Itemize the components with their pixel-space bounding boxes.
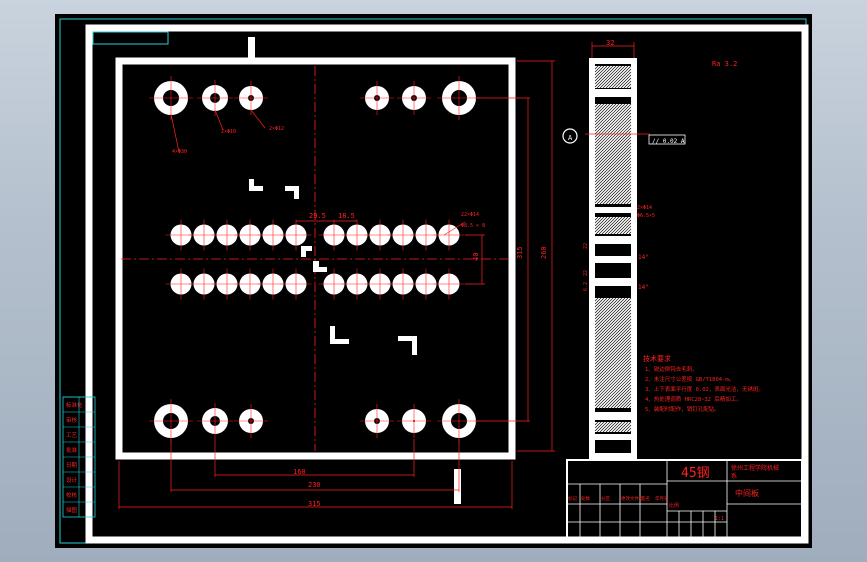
l-mark-1 bbox=[249, 179, 263, 191]
dim-vertical: 260 bbox=[540, 246, 548, 259]
note-line: 4、热处理调质 HRC28~32 后精加工。 bbox=[645, 395, 742, 403]
corner-hole-tr bbox=[437, 76, 481, 120]
l-mark-3 bbox=[330, 326, 349, 344]
guide-hole-2 bbox=[197, 403, 233, 439]
note-line: 3、上下表面平行度 0.02，表面光洁，无锈斑。 bbox=[645, 385, 764, 393]
corner-hole-br bbox=[437, 399, 481, 443]
dim-29-5: 29.5 bbox=[309, 212, 326, 220]
dim-18-5: 18.5 bbox=[338, 212, 355, 220]
title-cell-label: 年月日 bbox=[655, 495, 669, 502]
notes-title: 技术要求 bbox=[643, 354, 671, 363]
roughness-symbol: Ra 3.2 bbox=[712, 60, 737, 68]
side-angle-2: 14° bbox=[638, 284, 649, 291]
cad-drawing-sheet: 260 315 40 22 22 6.2 标准化审核工艺批准日期设计校核描图 29.5 1… bbox=[59, 18, 809, 544]
callout-hole-big: 4×Φ30 bbox=[172, 149, 187, 155]
top-tab bbox=[248, 37, 255, 59]
title-cell-label: 标记 bbox=[568, 495, 577, 502]
hatch-band bbox=[594, 216, 632, 235]
left-block-row: 批准 bbox=[66, 446, 78, 454]
z-mark-2 bbox=[313, 261, 327, 272]
left-block-row: 设计 bbox=[66, 476, 78, 484]
side-callout-a: 2×Φ14 bbox=[637, 205, 652, 211]
locating-marks bbox=[249, 179, 417, 355]
title-block-cells: 标记 处数 分区 更改文件号签名 年月日 bbox=[568, 495, 669, 502]
bottom-tab bbox=[454, 469, 461, 504]
pin-hole-6 bbox=[397, 404, 431, 438]
cavity-hole bbox=[433, 219, 465, 251]
plate-outline bbox=[115, 57, 516, 460]
l-mark-2 bbox=[285, 186, 299, 199]
cavity-hole bbox=[280, 219, 312, 251]
dim-315: 315 bbox=[308, 500, 321, 508]
cavity-hole bbox=[280, 268, 312, 300]
title-cell-label: 分区 bbox=[601, 495, 610, 502]
hatch-band bbox=[594, 65, 632, 89]
note-line: 2、未注尺寸公差按 GB/T1804-m。 bbox=[645, 375, 734, 383]
hatch-band bbox=[594, 103, 632, 205]
dim-230: 230 bbox=[308, 481, 321, 489]
scale-value: 1:1 bbox=[715, 516, 724, 522]
corner-hole-tl bbox=[149, 76, 193, 120]
dim-vertical: 315 bbox=[516, 246, 524, 259]
hatch-band bbox=[594, 297, 632, 409]
school-header-2: 系 bbox=[731, 472, 737, 480]
left-block-row: 日期 bbox=[66, 462, 78, 469]
side-dim: 6.2 bbox=[583, 282, 589, 291]
dim-32: 32 bbox=[606, 39, 614, 47]
callout-hole-small-b: 2×Φ12 bbox=[269, 126, 284, 132]
pin-hole-5 bbox=[360, 404, 394, 438]
pin-hole-3 bbox=[360, 81, 394, 115]
dim-vertical: 40 bbox=[472, 253, 480, 261]
side-callout-b: Φ6.5×5 bbox=[637, 213, 655, 219]
left-block-row: 标准化 bbox=[66, 401, 83, 409]
pin-hole-1 bbox=[234, 81, 268, 115]
pin-hole-2 bbox=[397, 81, 431, 115]
left-block-row: 审核 bbox=[66, 416, 78, 424]
note-line: 1、锐边倒钝去毛刺。 bbox=[645, 365, 698, 373]
title-cell-label: 处数 bbox=[581, 495, 590, 502]
callout-hole-row-b: Φ8.5 × 8 bbox=[461, 223, 485, 229]
section-hatch bbox=[594, 65, 632, 433]
callout-hole-row-a: 22×Φ14 bbox=[461, 212, 479, 218]
drawing-canvas: 260 315 40 22 22 6.2 标准化审核工艺批准日期设计校核描图 bbox=[55, 14, 812, 548]
part-name: 中间板 bbox=[735, 488, 759, 498]
material-label: 45钢 bbox=[681, 466, 710, 481]
left-block-row: 校核 bbox=[66, 491, 78, 499]
scale-label: 比例 bbox=[669, 502, 679, 509]
hatch-band bbox=[594, 421, 632, 433]
note-line: 5、装配时配作，销钉孔配钻。 bbox=[645, 405, 720, 413]
corner-hole-bl bbox=[149, 399, 193, 443]
side-angle-1: 14° bbox=[638, 254, 649, 261]
flatness-tolerance: // 0.02 A bbox=[652, 138, 685, 145]
drawing-number-box bbox=[92, 31, 169, 45]
z-mark-1 bbox=[301, 246, 312, 257]
cavity-hole bbox=[433, 268, 465, 300]
title-cell-label: 签名 bbox=[641, 495, 650, 502]
callout-hole-small-a: 2×Φ10 bbox=[221, 129, 236, 135]
side-dim: 22 bbox=[583, 270, 589, 276]
dim-160: 160 bbox=[293, 468, 306, 476]
school-header: 徐州工程学院机械 bbox=[731, 464, 779, 472]
side-dim: 22 bbox=[583, 243, 589, 249]
technical-notes: 1、锐边倒钝去毛刺。 2、未注尺寸公差按 GB/T1804-m。 3、上下表面平行度… bbox=[645, 365, 764, 413]
datum-label: A bbox=[568, 134, 573, 142]
l-mark-4 bbox=[398, 336, 417, 355]
left-block-row: 描图 bbox=[66, 506, 78, 514]
pin-hole-4 bbox=[234, 404, 268, 438]
left-block-row: 工艺 bbox=[66, 432, 78, 439]
